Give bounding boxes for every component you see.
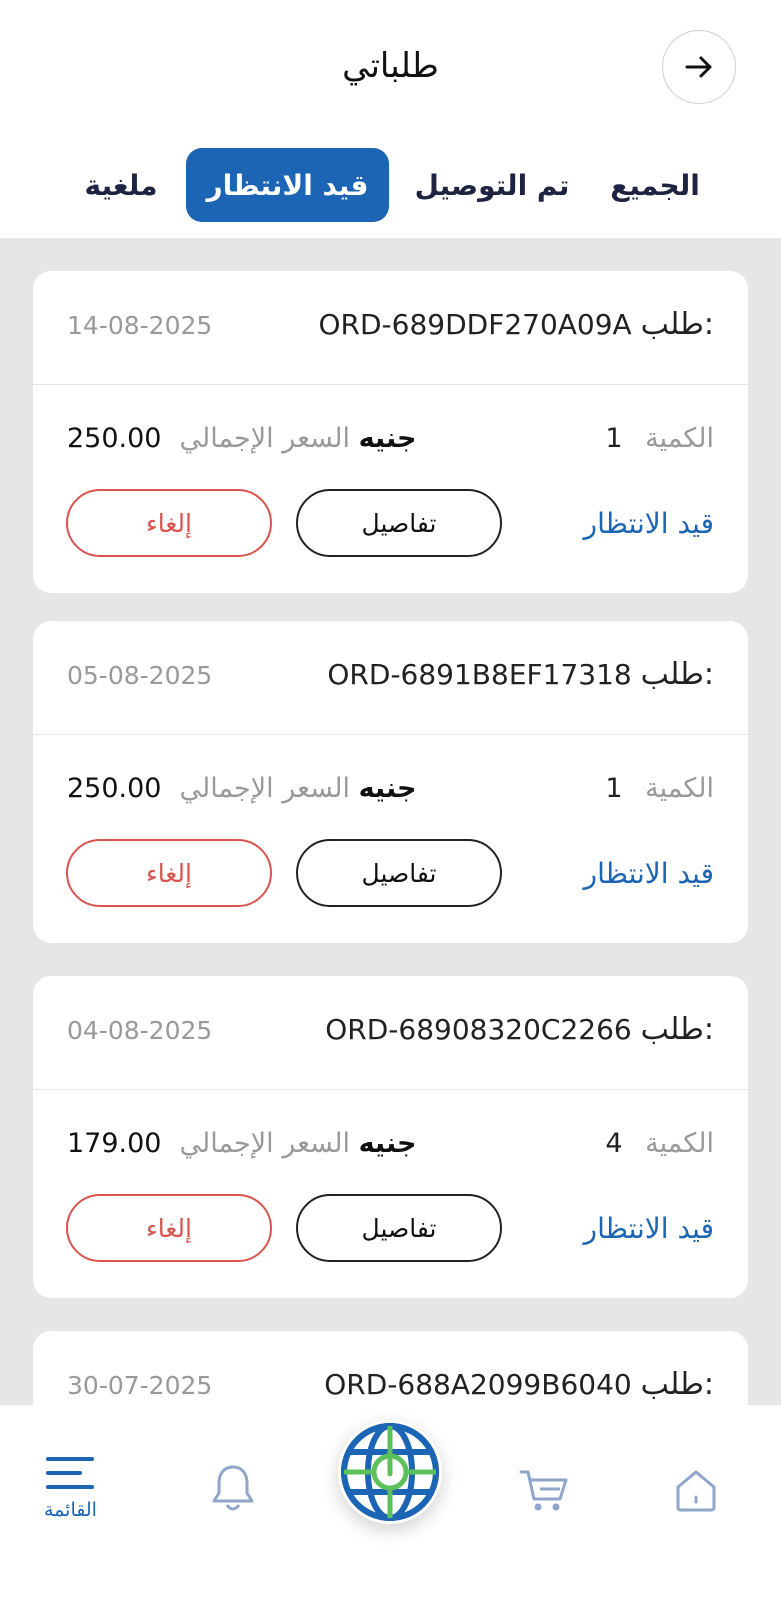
quantity-row: الكمية 1	[605, 773, 714, 804]
order-prefix-label: طلب:	[640, 1367, 714, 1402]
arrow-right-icon	[685, 56, 712, 78]
price-row: 179.00 جنيه السعر الإجمالي	[67, 1128, 416, 1159]
app-header: طلباتي	[0, 0, 781, 140]
order-card-header: ORD-68908320C2266 طلب: 04-08-2025	[33, 976, 748, 1090]
quantity-label: الكمية	[645, 773, 714, 804]
quantity-row: الكمية 4	[605, 1128, 714, 1159]
order-date: 30-07-2025	[67, 1371, 213, 1400]
order-card: ORD-689DDF270A09A طلب: 14-08-2025 الكمية…	[33, 271, 748, 593]
order-prefix-label: طلب:	[640, 307, 714, 342]
order-date: 05-08-2025	[67, 661, 213, 690]
nav-menu[interactable]: القائمة	[44, 1453, 97, 1521]
order-prefix-label: طلب:	[640, 657, 714, 692]
order-card-header: ORD-688A2099B6040 طلب: 30-07-2025	[33, 1331, 748, 1405]
price-row: 250.00 جنيه السعر الإجمالي	[67, 423, 416, 454]
order-tabs: الجميع تم التوصيل قيد الانتظار ملغية	[0, 140, 781, 238]
quantity-row: الكمية 1	[605, 423, 714, 454]
quantity-value: 4	[605, 1128, 623, 1159]
center-globe-button[interactable]	[338, 1420, 442, 1524]
tab-delivered[interactable]: تم التوصيل	[402, 148, 582, 222]
globe-power-icon	[341, 1423, 439, 1521]
order-prefix-label: طلب:	[640, 1012, 714, 1047]
order-card: ORD-68908320C2266 طلب: 04-08-2025 الكمية…	[33, 976, 748, 1298]
order-id-value: ORD-6891B8EF17318	[327, 658, 632, 691]
order-id-value: ORD-68908320C2266	[325, 1013, 632, 1046]
total-price-label: السعر الإجمالي	[179, 1128, 350, 1159]
cancel-button[interactable]: إلغاء	[66, 1194, 272, 1262]
order-date: 04-08-2025	[67, 1016, 213, 1045]
order-card: ORD-6891B8EF17318 طلب: 05-08-2025 الكمية…	[33, 621, 748, 943]
currency-label: جنيه	[358, 423, 417, 454]
currency-label: جنيه	[358, 1128, 417, 1159]
details-button[interactable]: تفاصيل	[296, 489, 502, 557]
order-id-value: ORD-688A2099B6040	[324, 1368, 632, 1401]
tab-cancelled[interactable]: ملغية	[66, 148, 176, 222]
quantity-value: 1	[605, 423, 623, 454]
currency-label: جنيه	[358, 773, 417, 804]
menu-label: القائمة	[44, 1499, 97, 1521]
order-id: ORD-688A2099B6040 طلب:	[324, 1367, 714, 1402]
details-button[interactable]: تفاصيل	[296, 1194, 502, 1262]
tab-all[interactable]: الجميع	[590, 148, 720, 222]
status-badge: قيد الانتظار	[583, 1212, 714, 1245]
quantity-label: الكمية	[645, 1128, 714, 1159]
status-badge: قيد الانتظار	[583, 857, 714, 890]
order-id: ORD-689DDF270A09A طلب:	[318, 307, 714, 342]
order-date: 14-08-2025	[67, 311, 213, 340]
order-card: ORD-688A2099B6040 طلب: 30-07-2025	[33, 1331, 748, 1405]
nav-home[interactable]	[672, 1467, 720, 1513]
total-price-label: السعر الإجمالي	[179, 773, 350, 804]
cancel-button[interactable]: إلغاء	[66, 839, 272, 907]
nav-notifications[interactable]	[210, 1463, 256, 1513]
cart-icon	[519, 1470, 568, 1511]
details-button[interactable]: تفاصيل	[296, 839, 502, 907]
order-card-header: ORD-6891B8EF17318 طلب: 05-08-2025	[33, 621, 748, 735]
menu-icon	[46, 1457, 95, 1489]
home-icon	[676, 1470, 716, 1512]
tab-pending[interactable]: قيد الانتظار	[186, 148, 389, 222]
total-value: 179.00	[67, 1128, 162, 1159]
order-card-header: ORD-689DDF270A09A طلب: 14-08-2025	[33, 271, 748, 385]
price-row: 250.00 جنيه السعر الإجمالي	[67, 773, 416, 804]
back-button[interactable]	[662, 30, 736, 104]
nav-cart[interactable]	[518, 1467, 570, 1513]
order-id-value: ORD-689DDF270A09A	[318, 308, 632, 341]
quantity-value: 1	[605, 773, 623, 804]
order-id: ORD-68908320C2266 طلب:	[325, 1012, 714, 1047]
orders-list[interactable]: ORD-689DDF270A09A طلب: 14-08-2025 الكمية…	[0, 238, 781, 1405]
cancel-button[interactable]: إلغاء	[66, 489, 272, 557]
bell-icon	[212, 1465, 254, 1511]
quantity-label: الكمية	[645, 423, 714, 454]
order-id: ORD-6891B8EF17318 طلب:	[327, 657, 714, 692]
total-price-label: السعر الإجمالي	[179, 423, 350, 454]
total-value: 250.00	[67, 773, 162, 804]
status-badge: قيد الانتظار	[583, 507, 714, 540]
total-value: 250.00	[67, 423, 162, 454]
